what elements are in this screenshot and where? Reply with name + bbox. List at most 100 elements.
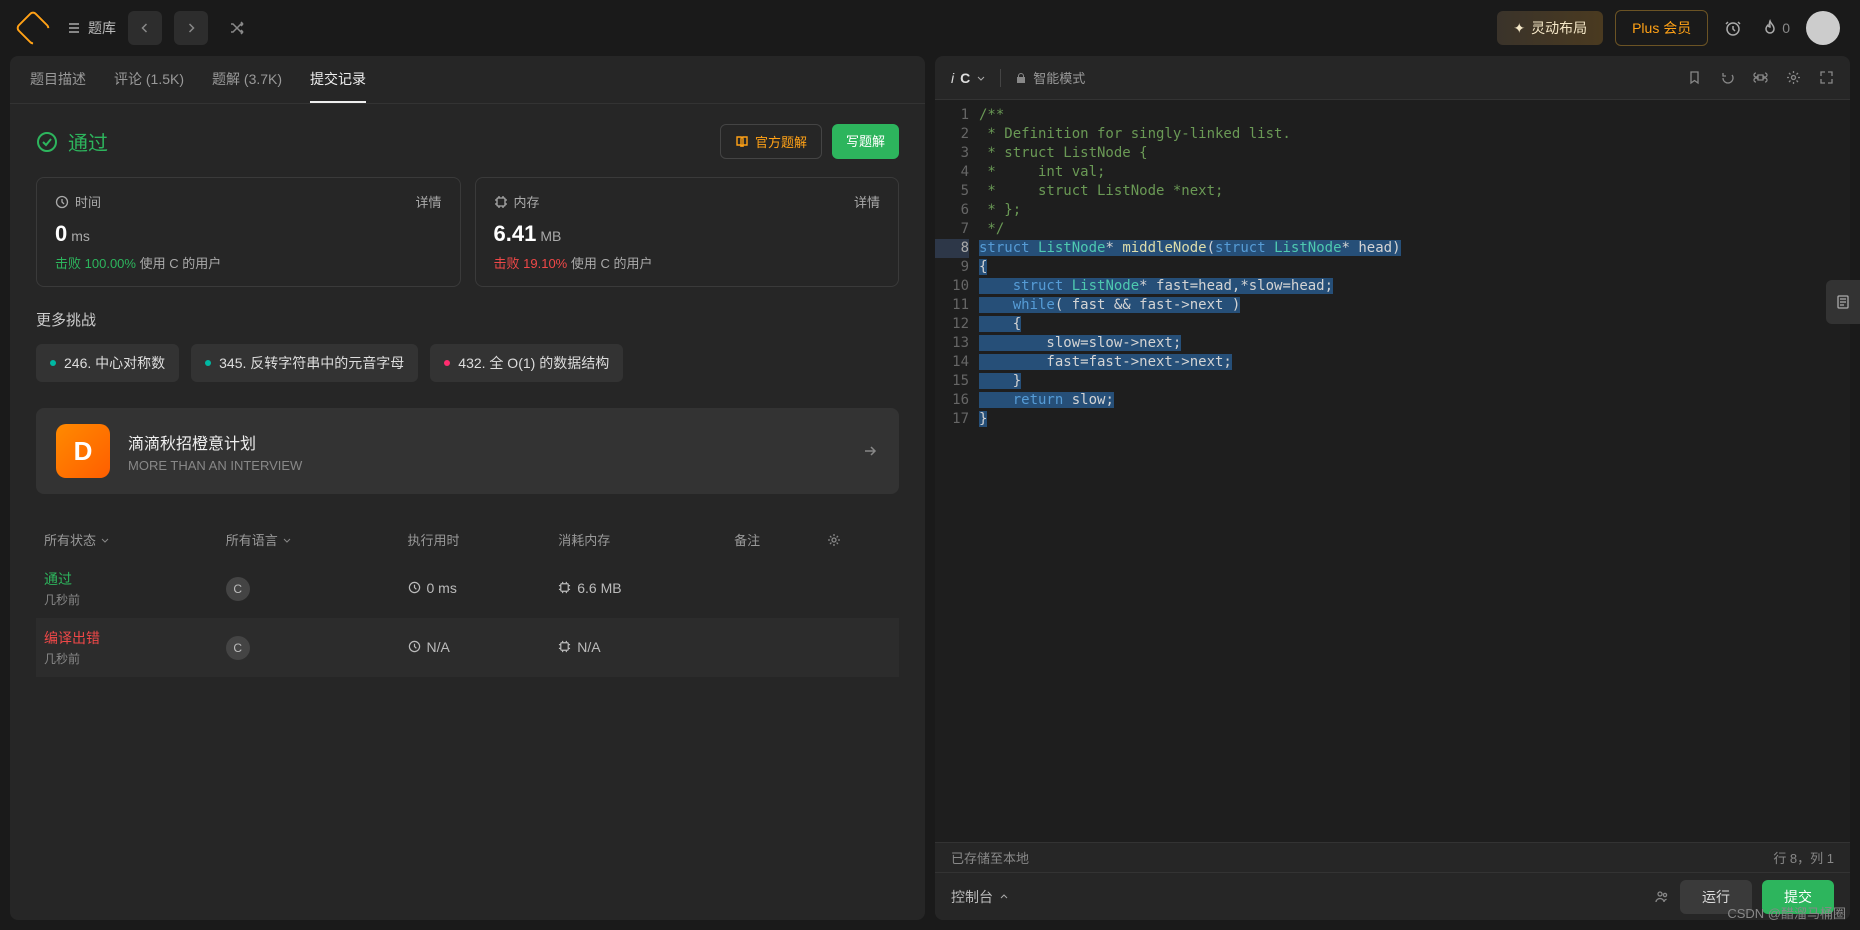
- dot-icon: [50, 360, 56, 366]
- tab-solutions[interactable]: 题解 (3.7K): [212, 56, 282, 103]
- dot-icon: [205, 360, 211, 366]
- col-lang[interactable]: 所有语言: [218, 520, 400, 559]
- reset-button[interactable]: [1720, 70, 1735, 85]
- dot-icon: [444, 360, 450, 366]
- list-icon: [66, 20, 82, 36]
- chevron-up-icon: [999, 892, 1009, 902]
- arrow-right-icon: [861, 442, 879, 460]
- gear-icon: [1786, 70, 1801, 85]
- next-button[interactable]: [174, 11, 208, 45]
- chip-label: 246. 中心对称数: [64, 353, 165, 373]
- problems-link[interactable]: 题库: [66, 18, 116, 38]
- chevron-down-icon: [100, 535, 110, 545]
- bookmark-button[interactable]: [1687, 70, 1702, 85]
- smart-mode[interactable]: 智能模式: [1015, 68, 1085, 87]
- gear-icon: [827, 533, 841, 547]
- more-challenges-title: 更多挑战: [36, 309, 899, 330]
- settings-button[interactable]: [1786, 70, 1801, 85]
- col-settings[interactable]: [819, 520, 899, 559]
- cursor-label: 行 8，列 1: [1773, 848, 1834, 867]
- col-memory: 消耗内存: [550, 520, 726, 559]
- chip-icon: [558, 640, 571, 653]
- row-runtime: 0 ms: [427, 580, 457, 596]
- nav-left: 题库: [20, 11, 254, 45]
- metrics: 时间 详情 0ms 击败 100.00% 使用 C 的用户 内存 详情 6.41…: [36, 177, 899, 287]
- alarm-icon: [1724, 19, 1742, 37]
- row-memory: 6.6 MB: [577, 580, 621, 596]
- editor[interactable]: 1234567891011121314151617 /** * Definiti…: [935, 100, 1850, 842]
- streak-button[interactable]: 0: [1758, 15, 1794, 41]
- clock-icon: [408, 581, 421, 594]
- note-icon: [1835, 294, 1851, 310]
- problems-label: 题库: [88, 18, 116, 38]
- time-card[interactable]: 时间 详情 0ms 击败 100.00% 使用 C 的用户: [36, 177, 461, 287]
- fire-icon: [1762, 19, 1778, 37]
- shortcut-button[interactable]: [1753, 70, 1768, 85]
- chevron-down-icon: [282, 535, 292, 545]
- console-toggle[interactable]: 控制台: [951, 887, 1009, 907]
- tab-submissions[interactable]: 提交记录: [310, 56, 366, 103]
- shuffle-button[interactable]: [220, 11, 254, 45]
- chip-icon: [494, 195, 508, 209]
- saved-label: 已存储至本地: [951, 848, 1029, 867]
- mem-sub: 击败 19.10% 使用 C 的用户: [494, 253, 881, 272]
- official-solution-label: 官方题解: [755, 132, 807, 151]
- prev-button[interactable]: [128, 11, 162, 45]
- mem-title: 内存: [514, 192, 540, 211]
- language-label: C: [960, 70, 970, 86]
- time-value: 0ms: [55, 221, 442, 247]
- command-icon: [1753, 70, 1768, 85]
- promo-title: 滴滴秋招橙意计划: [128, 430, 843, 454]
- mode-label: 智能模式: [1033, 68, 1085, 87]
- dynamic-layout-button[interactable]: ✦ 灵动布局: [1497, 11, 1603, 45]
- write-solution-button[interactable]: 写题解: [832, 124, 899, 159]
- table-row[interactable]: 通过几秒前 C 0 ms 6.6 MB: [36, 559, 899, 618]
- lang-badge: C: [226, 577, 250, 601]
- fullscreen-button[interactable]: [1819, 70, 1834, 85]
- side-handle[interactable]: [1826, 280, 1860, 324]
- status-label: 通过: [68, 127, 108, 156]
- time-detail[interactable]: 详情: [415, 192, 441, 211]
- table-row[interactable]: 编译出错几秒前 C N/A N/A: [36, 618, 899, 677]
- tab-description[interactable]: 题目描述: [30, 56, 86, 103]
- chip-icon: [558, 581, 571, 594]
- editor-actions: [1687, 70, 1834, 85]
- row-status: 编译出错: [44, 628, 210, 648]
- promo-icon: D: [56, 424, 110, 478]
- language-select[interactable]: iC: [951, 70, 986, 86]
- challenge-chip[interactable]: 246. 中心对称数: [36, 344, 179, 382]
- plus-badge[interactable]: Plus 会员: [1615, 10, 1708, 46]
- official-solution-button[interactable]: 官方题解: [720, 124, 822, 159]
- code-area[interactable]: /** * Definition for singly-linked list.…: [979, 100, 1850, 842]
- challenge-chip[interactable]: 432. 全 O(1) 的数据结构: [430, 344, 623, 382]
- col-runtime: 执行用时: [400, 520, 551, 559]
- row-runtime: N/A: [427, 639, 450, 655]
- timer-button[interactable]: [1720, 15, 1746, 41]
- time-sub: 击败 100.00% 使用 C 的用户: [55, 253, 442, 272]
- left-panel: 题目描述 评论 (1.5K) 题解 (3.7K) 提交记录 通过 官方题解 写题…: [10, 56, 925, 920]
- col-status[interactable]: 所有状态: [36, 520, 218, 559]
- challenge-chip[interactable]: 345. 反转字符串中的元音字母: [191, 344, 418, 382]
- logo-icon[interactable]: [15, 10, 52, 47]
- promo-banner[interactable]: D 滴滴秋招橙意计划 MORE THAN AN INTERVIEW: [36, 408, 899, 494]
- console-bar: 控制台 运行 提交: [935, 872, 1850, 920]
- editor-header: iC 智能模式: [935, 56, 1850, 100]
- memory-card[interactable]: 内存 详情 6.41MB 击败 19.10% 使用 C 的用户: [475, 177, 900, 287]
- row-time: 几秒前: [44, 591, 210, 608]
- group-icon-button[interactable]: [1654, 889, 1670, 905]
- avatar[interactable]: [1806, 11, 1840, 45]
- streak-count: 0: [1782, 20, 1790, 36]
- mem-value: 6.41MB: [494, 221, 881, 247]
- dynamic-layout-label: 灵动布局: [1531, 18, 1587, 38]
- mem-detail[interactable]: 详情: [854, 192, 880, 211]
- row-memory: N/A: [577, 639, 600, 655]
- col-note: 备注: [726, 520, 819, 559]
- promo-subtitle: MORE THAN AN INTERVIEW: [128, 458, 843, 473]
- topbar: 题库 ✦ 灵动布局 Plus 会员 0: [0, 0, 1860, 56]
- reset-icon: [1720, 70, 1735, 85]
- chevron-down-icon: [976, 73, 986, 83]
- left-body: 通过 官方题解 写题解 时间 详情 0ms 击败 1: [10, 104, 925, 920]
- lock-icon: [1015, 72, 1027, 84]
- tab-discuss[interactable]: 评论 (1.5K): [114, 56, 184, 103]
- editor-statusbar: 已存储至本地 行 8，列 1: [935, 842, 1850, 872]
